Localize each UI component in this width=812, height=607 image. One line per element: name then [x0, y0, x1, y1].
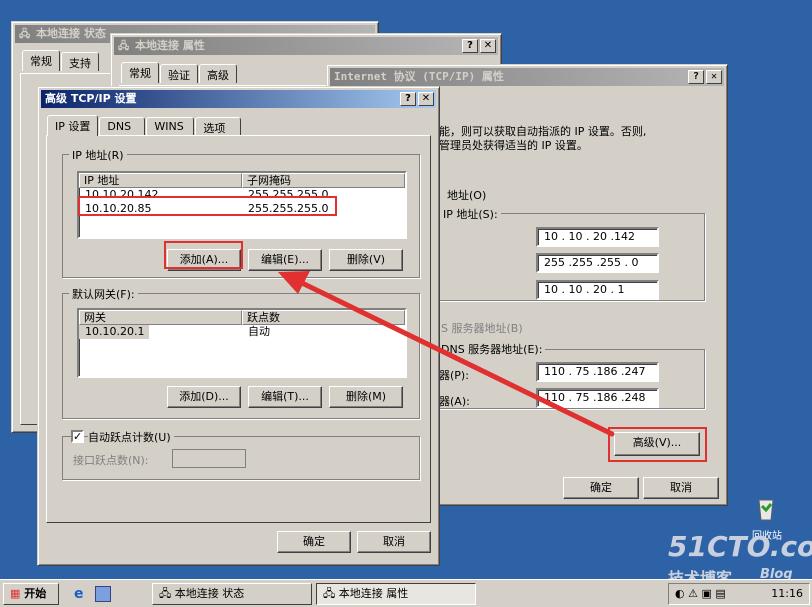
- start-label: 开始: [24, 587, 47, 600]
- taskbar-item-status[interactable]: 🖧 本地连接 状态: [152, 583, 312, 605]
- taskbar: ▦ 开始 e 🖧 本地连接 状态 🖧 本地连接 属性 ◐ ⚠ ▣ ▤ 11:16: [0, 579, 812, 607]
- taskbar-item-label: 本地连接 状态: [174, 587, 245, 600]
- start-button[interactable]: ▦ 开始: [3, 583, 59, 605]
- taskbar-item-label: 本地连接 属性: [338, 587, 409, 600]
- windows-logo-icon: ▦: [10, 587, 21, 600]
- network-icon: 🖧: [159, 587, 172, 600]
- tray-icons[interactable]: ◐ ⚠ ▣ ▤: [675, 587, 726, 600]
- tab-general[interactable]: 常规: [22, 50, 60, 71]
- system-tray: ◐ ⚠ ▣ ▤ 11:16: [668, 583, 810, 605]
- taskbar-item-properties[interactable]: 🖧 本地连接 属性: [316, 583, 476, 605]
- network-icon: 🖧: [323, 587, 336, 600]
- arrow-icon: [278, 271, 615, 437]
- tab-ip-settings[interactable]: IP 设置: [47, 115, 99, 136]
- desktop-icon[interactable]: [95, 586, 111, 602]
- clock: 11:16: [771, 587, 803, 600]
- tab-general[interactable]: 常规: [121, 62, 159, 83]
- ie-icon[interactable]: e: [74, 586, 90, 602]
